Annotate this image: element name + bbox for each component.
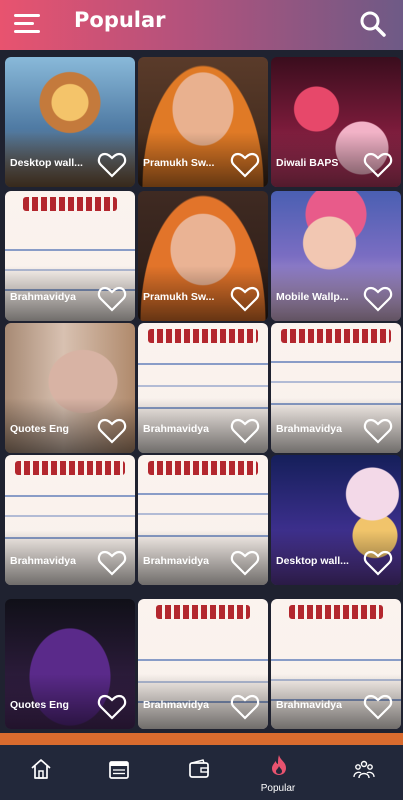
- heart-icon[interactable]: [230, 693, 260, 721]
- grid-card[interactable]: Quotes Eng: [5, 323, 135, 453]
- grid-card[interactable]: Brahmavidya: [5, 191, 135, 321]
- grid-card[interactable]: Pramukh Sw...: [138, 57, 268, 187]
- next-row-peek: [0, 733, 403, 745]
- card-label: Quotes Eng: [10, 423, 69, 435]
- heart-icon[interactable]: [363, 151, 393, 179]
- heart-icon[interactable]: [97, 549, 127, 577]
- heart-icon[interactable]: [97, 285, 127, 313]
- flame-icon: [272, 755, 286, 775]
- nav-popular-label: Popular: [260, 783, 296, 794]
- heart-icon[interactable]: [97, 693, 127, 721]
- card-label: Diwali BAPS: [276, 157, 339, 169]
- nav-home[interactable]: [0, 745, 80, 800]
- nav-calendar[interactable]: [78, 745, 158, 800]
- heart-icon[interactable]: [230, 151, 260, 179]
- card-label: Brahmavidya: [276, 699, 342, 711]
- heart-icon[interactable]: [97, 417, 127, 445]
- card-label: Brahmavidya: [143, 699, 209, 711]
- home-icon: [31, 759, 51, 779]
- nav-popular[interactable]: Popular: [238, 745, 318, 800]
- heart-icon[interactable]: [230, 285, 260, 313]
- grid-card[interactable]: Brahmavidya: [271, 599, 401, 729]
- card-label: Desktop wall...: [276, 555, 349, 567]
- card-label: Brahmavidya: [276, 423, 342, 435]
- wallet-icon: [189, 759, 209, 778]
- grid-card[interactable]: Brahmavidya: [138, 599, 268, 729]
- wallpaper-grid: Desktop wall... Pramukh Sw... Diwali BAP…: [3, 55, 402, 745]
- heart-icon[interactable]: [97, 151, 127, 179]
- calendar-icon: [109, 761, 129, 779]
- card-label: Pramukh Sw...: [143, 157, 215, 169]
- card-label: Brahmavidya: [10, 291, 76, 303]
- card-label: Brahmavidya: [10, 555, 76, 567]
- card-label: Desktop wall...: [10, 157, 83, 169]
- card-label: Quotes Eng: [10, 699, 69, 711]
- card-label: Pramukh Sw...: [143, 291, 215, 303]
- nav-wallet[interactable]: [158, 745, 238, 800]
- card-label: Mobile Wallp...: [276, 291, 349, 303]
- bottom-navigation: Popular: [0, 745, 403, 800]
- card-label: Brahmavidya: [143, 555, 209, 567]
- people-icon: [353, 760, 375, 779]
- grid-card[interactable]: Pramukh Sw...: [138, 191, 268, 321]
- card-label: Brahmavidya: [143, 423, 209, 435]
- hamburger-menu-icon[interactable]: [14, 12, 44, 36]
- grid-card[interactable]: Brahmavidya: [271, 323, 401, 453]
- heart-icon[interactable]: [230, 549, 260, 577]
- heart-icon[interactable]: [363, 693, 393, 721]
- grid-card[interactable]: Desktop wall...: [271, 455, 401, 585]
- page-title: Popular: [74, 8, 166, 32]
- nav-community[interactable]: [323, 745, 403, 800]
- grid-card[interactable]: Brahmavidya: [5, 455, 135, 585]
- heart-icon[interactable]: [363, 549, 393, 577]
- grid-card[interactable]: Mobile Wallp...: [271, 191, 401, 321]
- grid-card[interactable]: Brahmavidya: [138, 455, 268, 585]
- heart-icon[interactable]: [230, 417, 260, 445]
- grid-card[interactable]: Diwali BAPS: [271, 57, 401, 187]
- search-icon[interactable]: [359, 10, 387, 38]
- grid-card[interactable]: Brahmavidya: [138, 323, 268, 453]
- app-header: Popular: [0, 0, 403, 50]
- heart-icon[interactable]: [363, 285, 393, 313]
- grid-card[interactable]: Desktop wall...: [5, 57, 135, 187]
- grid-card[interactable]: Quotes Eng: [5, 599, 135, 729]
- heart-icon[interactable]: [363, 417, 393, 445]
